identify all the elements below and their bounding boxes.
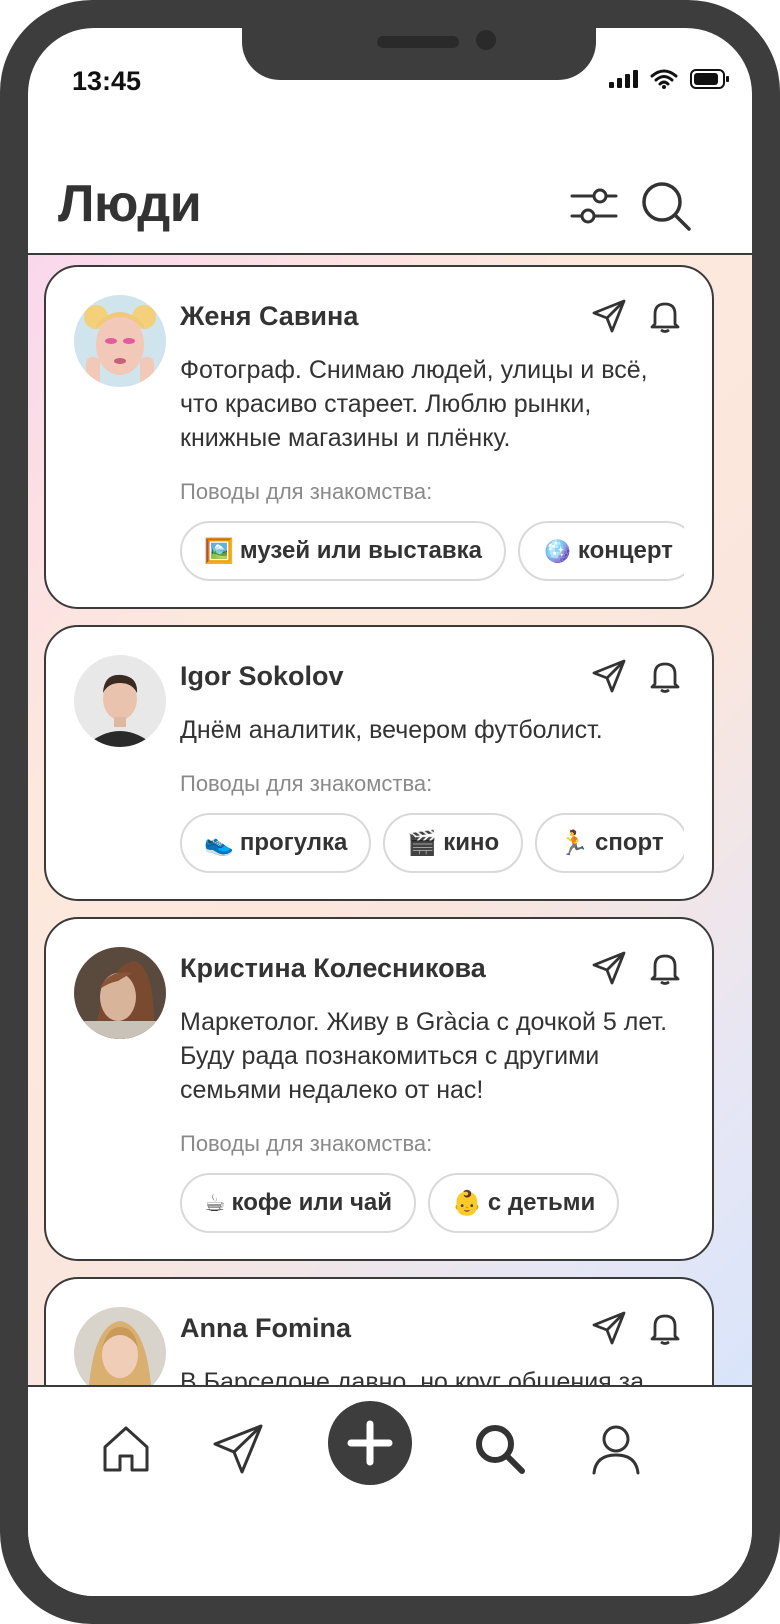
card-actions — [590, 1309, 684, 1347]
send-message-button[interactable] — [590, 297, 628, 335]
coffee-icon: ☕ — [204, 1189, 226, 1217]
reasons-label: Поводы для знакомства: — [180, 1131, 433, 1156]
notify-button[interactable] — [646, 657, 684, 695]
chip-label: концерт — [577, 537, 673, 564]
status-icons — [608, 68, 730, 95]
person-name[interactable]: Кристина Колесникова — [180, 953, 486, 984]
person-name[interactable]: Igor Sokolov — [180, 661, 344, 692]
page-title: Люди — [58, 175, 202, 233]
reasons-label: Поводы для знакомства: — [180, 479, 433, 504]
add-icon — [347, 1420, 393, 1466]
profile-icon — [592, 1425, 640, 1475]
bell-icon — [650, 1314, 680, 1345]
tab-search[interactable] — [468, 1417, 532, 1481]
person-name[interactable]: Женя Савина — [180, 301, 358, 332]
bell-icon — [650, 302, 680, 333]
sneaker-icon: 👟 — [204, 829, 234, 857]
phone-frame: 13:45 Люди Женя Савина Фотограф. Снимаю … — [0, 0, 780, 1624]
reason-chip[interactable]: ☕ кофе или чай — [180, 1173, 417, 1233]
tab-home[interactable] — [94, 1417, 158, 1481]
notify-button[interactable] — [646, 1309, 684, 1347]
person-bio: Фотограф. Снимаю людей, улицы и всё, что… — [180, 356, 648, 452]
notify-button[interactable] — [646, 949, 684, 987]
tab-profile[interactable] — [584, 1417, 648, 1481]
bell-icon — [650, 954, 680, 985]
disco-ball-icon: 🪩 — [541, 537, 572, 565]
clapper-icon: 🎬 — [407, 829, 438, 857]
send-icon — [592, 659, 626, 693]
speaker — [377, 36, 459, 48]
people-feed[interactable]: Женя Савина Фотограф. Снимаю людей, улиц… — [28, 255, 752, 1463]
runner-icon: 🏃 — [559, 829, 590, 857]
person-bio: Маркетолог. Живу в Gràcia с дочкой 5 лет… — [180, 1008, 668, 1104]
reason-chips: ☕ кофе или чай 👶 с детьми — [180, 1173, 684, 1237]
person-name[interactable]: Anna Fomina — [180, 1313, 351, 1344]
baby-icon: 👶 — [452, 1189, 482, 1217]
signal-icon — [608, 69, 638, 94]
battery-icon — [690, 68, 730, 95]
person-bio: Днём аналитик, вечером футболист. — [180, 716, 603, 744]
reason-chip[interactable]: 🏃 спорт — [535, 813, 684, 873]
send-message-button[interactable] — [590, 657, 628, 695]
search-icon — [642, 182, 691, 231]
notify-button[interactable] — [646, 297, 684, 335]
reason-chip[interactable]: 🎬 кино — [383, 813, 524, 873]
avatar[interactable] — [74, 947, 166, 1039]
send-message-button[interactable] — [590, 1309, 628, 1347]
reason-chip[interactable]: 🖼️ музей или выставка — [180, 521, 506, 581]
reason-chips: 👟 прогулка 🎬 кино 🏃 спорт — [180, 813, 684, 877]
filter-button[interactable] — [568, 180, 620, 232]
status-time: 13:45 — [72, 66, 142, 96]
header: Люди — [28, 124, 752, 255]
send-icon — [592, 299, 626, 333]
chip-label: прогулка — [239, 829, 348, 856]
person-card[interactable]: Кристина Колесникова Маркетолог. Живу в … — [44, 917, 714, 1261]
reason-chip[interactable]: 👟 прогулка — [180, 813, 372, 873]
screen: 13:45 Люди Женя Савина Фотограф. Снимаю … — [28, 28, 752, 1596]
send-message-button[interactable] — [590, 949, 628, 987]
chip-label: кофе или чай — [231, 1189, 393, 1216]
chip-label: кино — [443, 829, 500, 856]
reasons-label: Поводы для знакомства: — [180, 771, 433, 796]
avatar[interactable] — [74, 655, 166, 747]
reason-chips: 🖼️ музей или выставка 🪩 концерт — [180, 521, 684, 585]
send-icon — [592, 1311, 626, 1345]
avatar[interactable] — [74, 295, 166, 387]
person-card[interactable]: Igor Sokolov Днём аналитик, вечером футб… — [44, 625, 714, 901]
home-icon — [103, 1426, 149, 1472]
card-actions — [590, 657, 684, 695]
filter-icon — [570, 188, 618, 224]
reason-chip[interactable]: 🪩 концерт — [517, 521, 684, 581]
add-button[interactable] — [328, 1401, 412, 1485]
tab-bar — [28, 1385, 752, 1596]
card-actions — [590, 949, 684, 987]
send-icon — [213, 1424, 263, 1474]
tab-messages[interactable] — [206, 1417, 270, 1481]
person-card[interactable]: Женя Савина Фотограф. Снимаю людей, улиц… — [44, 265, 714, 609]
picture-icon: 🖼️ — [204, 537, 234, 565]
notch — [242, 28, 596, 80]
card-actions — [590, 297, 684, 335]
chip-label: с детьми — [487, 1189, 596, 1216]
chip-label: спорт — [595, 829, 664, 856]
front-camera — [476, 30, 496, 50]
wifi-icon — [650, 69, 678, 94]
reason-chip[interactable]: 👶 с детьми — [428, 1173, 620, 1233]
bell-icon — [650, 662, 680, 693]
search-button[interactable] — [640, 180, 692, 232]
chip-label: музей или выставка — [239, 537, 482, 564]
send-icon — [592, 951, 626, 985]
search-icon — [476, 1425, 525, 1474]
